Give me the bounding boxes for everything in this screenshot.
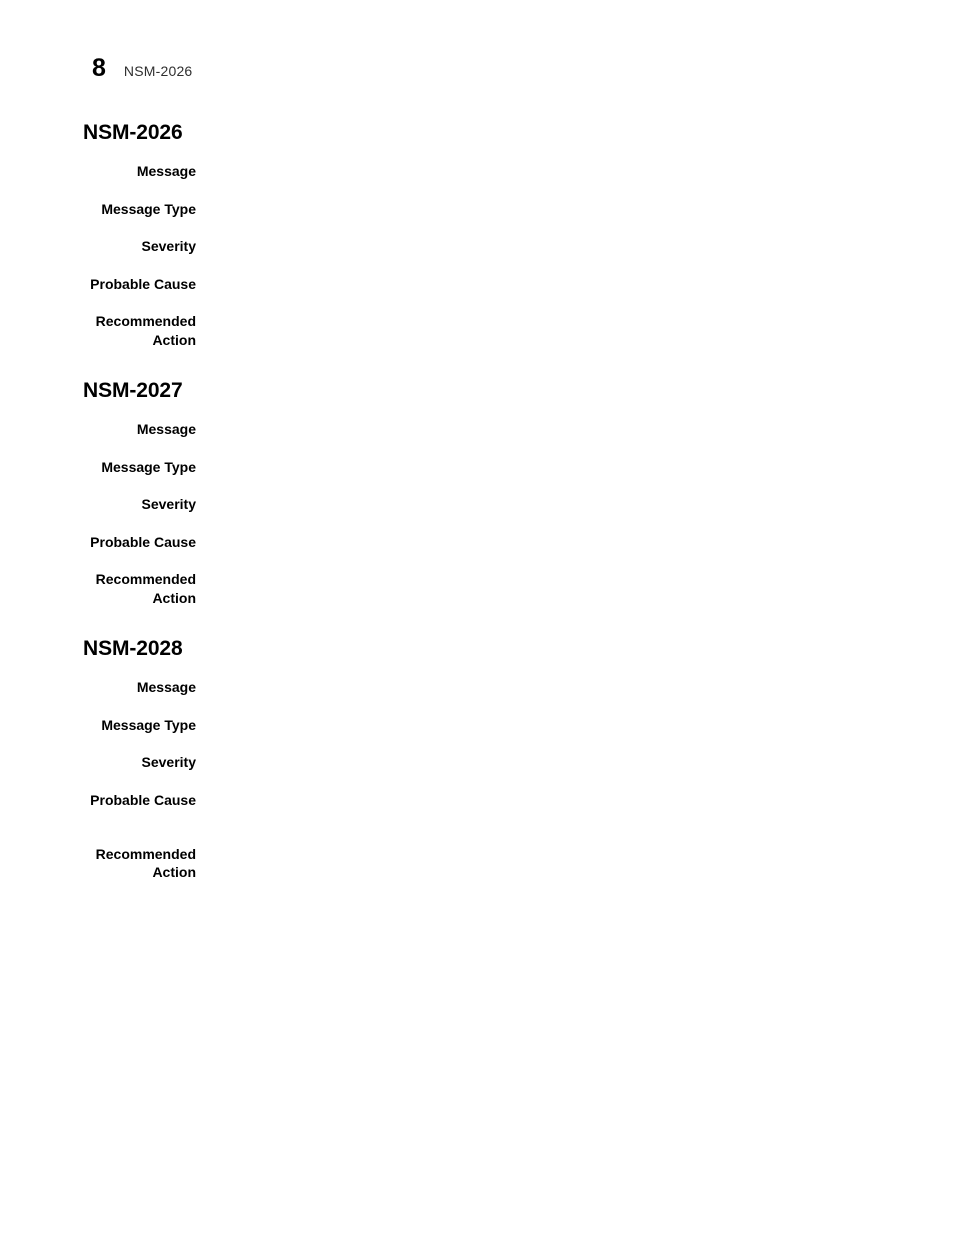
field-row: Message Type (0, 716, 954, 735)
field-row: Recommended Action (0, 570, 954, 607)
field-label: Severity (141, 496, 196, 512)
field-value (196, 845, 954, 864)
field-row: Severity (0, 753, 954, 772)
field-value (196, 162, 954, 181)
field-label: Recommended Action (95, 845, 196, 881)
field-value (196, 570, 954, 589)
field-value (196, 716, 954, 735)
running-header-title: NSM-2026 (123, 63, 193, 79)
field-label: Probable Cause (90, 791, 196, 808)
field-label: Message (136, 163, 196, 179)
field-row: Severity (0, 495, 954, 514)
field-value (196, 678, 954, 697)
field-row: Probable Cause (0, 791, 954, 810)
field-row: Probable Cause (0, 533, 954, 552)
field-row: Message (0, 678, 954, 697)
field-label: Probable Cause (90, 533, 196, 550)
field-label: Severity (141, 754, 196, 770)
field-label: Message (136, 421, 196, 437)
field-label: Message Type (101, 716, 196, 733)
field-list: Message Message Type Severity Probable Caus… (0, 420, 954, 607)
page-number: 8 (92, 54, 106, 82)
field-list: Message Message Type Severity Probable Caus… (0, 162, 954, 349)
field-value (196, 200, 954, 219)
section-heading: NSM-2028 (83, 637, 183, 660)
field-row: Message (0, 420, 954, 439)
field-label: Severity (141, 238, 196, 254)
field-value (196, 237, 954, 256)
field-value (196, 753, 954, 772)
running-header: 8 NSM-2026 (92, 56, 192, 81)
field-value (196, 458, 954, 477)
page-content: NSM-2026 Message Message Type Severity Proba… (0, 122, 954, 882)
field-value (196, 275, 954, 294)
field-label: Message (136, 679, 196, 695)
field-label: Message Type (101, 200, 196, 217)
document-page: 8 NSM-2026 NSM-2026 Message Message Type Se… (0, 0, 954, 1235)
message-section: NSM-2028 Message Message Type Severity Proba… (0, 638, 954, 882)
field-row: Message Type (0, 200, 954, 219)
message-section: NSM-2026 Message Message Type Severity Proba… (0, 122, 954, 349)
field-row: Message (0, 162, 954, 181)
field-list: Message Message Type Severity Probable Caus… (0, 678, 954, 882)
field-label: Probable Cause (90, 275, 196, 292)
section-heading: NSM-2027 (83, 379, 183, 402)
field-label: Message Type (101, 458, 196, 475)
field-value (196, 312, 954, 331)
message-section: NSM-2027 Message Message Type Severity Proba… (0, 380, 954, 607)
field-row: Severity (0, 237, 954, 256)
field-row: Recommended Action (0, 312, 954, 349)
field-value (196, 420, 954, 439)
field-value (196, 791, 954, 810)
field-label: Recommended Action (95, 313, 196, 348)
field-row: Message Type (0, 458, 954, 477)
field-value (196, 533, 954, 552)
section-heading: NSM-2026 (83, 121, 183, 144)
field-row: Recommended Action (0, 845, 954, 882)
field-value (196, 495, 954, 514)
field-row: Probable Cause (0, 275, 954, 294)
field-label: Recommended Action (95, 571, 196, 606)
